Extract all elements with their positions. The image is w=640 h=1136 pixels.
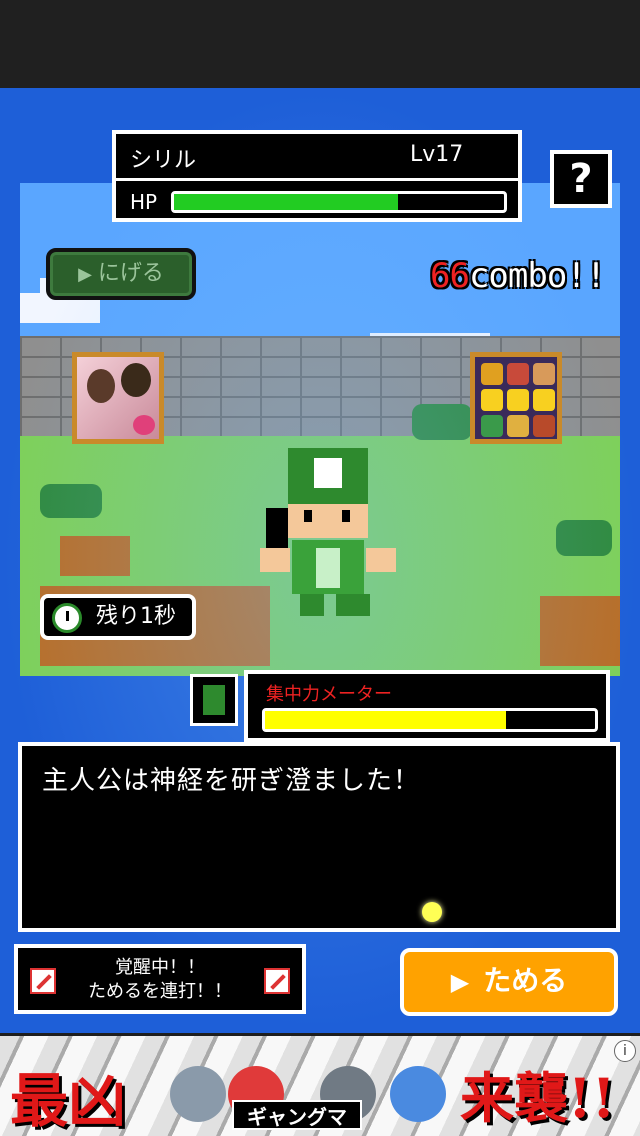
hero-hand	[366, 548, 396, 572]
slot-face-icon	[481, 415, 503, 437]
combo-suffix: combo!!	[468, 256, 606, 296]
hero-mini-sprite	[203, 685, 225, 715]
status-divider	[116, 178, 518, 181]
banner-logo: ギャングマ	[232, 1100, 362, 1130]
charge-button[interactable]: ▶ ためる	[400, 948, 618, 1016]
combo-counter: 66combo!!	[430, 256, 606, 296]
concentration-meter: 集中力メーター	[244, 670, 610, 742]
hero-hand	[260, 548, 290, 572]
message-box[interactable]: 主人公は神経を研ぎ澄ました！	[18, 742, 620, 932]
time-remaining: 残り1秒	[40, 594, 196, 640]
charge-button-label: ためる	[483, 964, 568, 997]
slot-face-icon	[481, 363, 503, 385]
slot-seven-icon	[481, 389, 503, 411]
message-text: 主人公は神経を研ぎ澄ました！	[42, 766, 421, 796]
character-level: Lv17	[410, 142, 464, 167]
ad-icon-slot-app[interactable]	[470, 352, 562, 444]
concentration-meter-label: 集中力メーター	[266, 684, 392, 705]
dirt-patch	[60, 536, 130, 576]
clock-icon	[52, 603, 82, 633]
slot-seven-icon	[533, 389, 555, 411]
awakening-notice: 覚醒中！！ ためるを連打！！	[14, 944, 306, 1014]
slot-face-icon	[533, 363, 555, 385]
awakening-line-1: 覚醒中！！	[115, 957, 205, 978]
hero-eye	[304, 510, 312, 522]
awakening-line-2: ためるを連打！！	[88, 981, 232, 1002]
hp-bar-fill	[174, 194, 399, 210]
question-icon: ?	[569, 156, 593, 202]
hero-face	[288, 504, 368, 538]
status-panel: シリル Lv17 HP	[112, 130, 522, 222]
ad-info-icon[interactable]: i	[614, 1040, 636, 1062]
time-remaining-label: 残り1秒	[96, 604, 176, 629]
status-header: シリル Lv17	[130, 142, 510, 173]
dirt-patch	[540, 596, 620, 666]
slot-face-icon	[533, 415, 555, 437]
bush	[40, 484, 102, 518]
run-away-button[interactable]: ▶ にげる	[46, 248, 196, 300]
hero-leg	[336, 594, 370, 616]
character-name: シリル	[130, 148, 197, 173]
top-bar	[0, 0, 640, 88]
slot-face-icon	[507, 415, 529, 437]
advance-indicator-icon	[422, 902, 442, 922]
slot-seven-icon	[507, 389, 529, 411]
ad-icon-couple-app[interactable]	[72, 352, 164, 444]
banner-headline-right: 来襲!!	[460, 1066, 616, 1130]
heart-icon	[133, 415, 155, 435]
help-button[interactable]: ?	[550, 150, 612, 208]
hp-bar	[171, 191, 507, 213]
play-triangle-icon: ▶	[450, 968, 470, 996]
slot-face-icon	[507, 363, 529, 385]
sword-icon	[264, 968, 290, 994]
run-away-label: にげる	[97, 261, 164, 286]
hero-eye	[342, 510, 350, 522]
hp-label: HP	[130, 190, 158, 214]
portrait-hair	[87, 369, 115, 403]
bear-character-image	[390, 1066, 446, 1122]
portrait-hair	[121, 363, 151, 397]
banner-headline-left: 最凶	[10, 1067, 127, 1135]
bush	[412, 404, 472, 440]
concentration-meter-fill	[265, 711, 506, 729]
hero-sprite	[252, 448, 402, 618]
hero-mini-icon	[190, 674, 238, 726]
concentration-meter-bar	[262, 708, 598, 732]
bush	[556, 520, 612, 556]
hero-shirt	[316, 548, 340, 588]
hero-cap-emblem	[314, 458, 342, 488]
hero-leg	[300, 594, 324, 616]
bear-character-image	[170, 1066, 226, 1122]
play-triangle-icon: ▶	[78, 264, 92, 285]
ad-banner[interactable]: 最凶 ギャングマ 来襲!! i	[0, 1036, 640, 1136]
sword-icon	[30, 968, 56, 994]
combo-number: 66	[430, 256, 470, 296]
